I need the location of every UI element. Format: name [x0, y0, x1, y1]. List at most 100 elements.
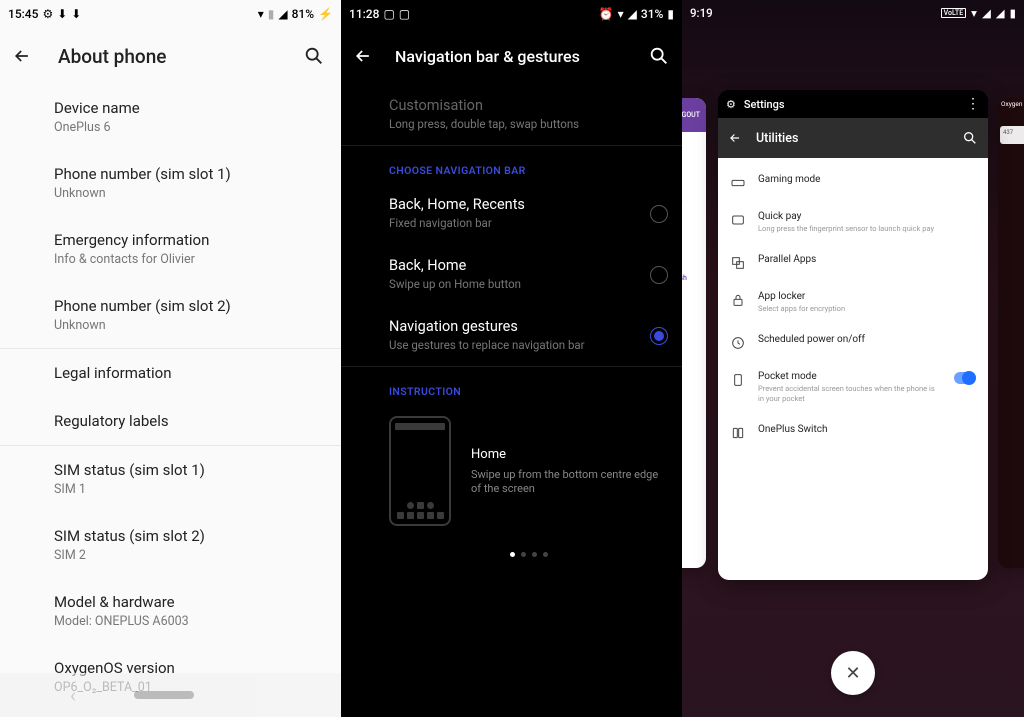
app-bar: Navigation bar & gestures	[341, 28, 682, 84]
signal-icon: ◢	[996, 6, 1005, 20]
gaming-mode-row[interactable]: Gaming mode	[730, 164, 976, 201]
instruction-label: INSTRUCTION	[389, 367, 668, 404]
page-title: About phone	[58, 45, 277, 68]
model-hardware-row[interactable]: Model & hardwareModel: ONEPLUS A6003	[54, 578, 327, 644]
card-left-verify: Verify Email	[682, 198, 700, 214]
search-icon[interactable]	[303, 45, 325, 67]
wifi-icon: ▾	[618, 7, 624, 21]
battery-percent: 81%	[292, 7, 314, 21]
signal-icon: ◢	[278, 7, 287, 21]
game-icon	[730, 175, 746, 191]
nav-option-back-home-recents[interactable]: Back, Home, RecentsFixed navigation bar	[389, 183, 668, 244]
phone-illustration-icon	[389, 416, 451, 526]
search-icon[interactable]	[648, 45, 670, 67]
card-subheader: Utilities	[718, 118, 988, 158]
instruction-sub: Swipe up from the bottom centre edge of …	[471, 468, 668, 496]
toggle-on-icon[interactable]	[954, 372, 976, 384]
dot-icon	[543, 552, 548, 557]
sim-status-1-row[interactable]: SIM status (sim slot 1)SIM 1	[54, 446, 327, 512]
wifi-icon: ▾	[258, 7, 264, 21]
card-left-english: English	[682, 274, 700, 282]
pocket-icon	[730, 372, 746, 388]
volte-badge: VoLTE	[941, 8, 966, 18]
battery-percent: 31%	[641, 7, 663, 21]
signal-icon: ◢	[628, 7, 637, 21]
card-app-header: ⚙ Settings ⋮	[718, 90, 988, 118]
close-recents-button[interactable]: ✕	[831, 651, 875, 695]
copy-icon	[730, 255, 746, 271]
page-title: Navigation bar & gestures	[395, 47, 626, 66]
image-icon: ▢	[383, 7, 394, 21]
parallel-apps-row[interactable]: Parallel Apps	[730, 244, 976, 281]
signal-icon: ◢	[982, 6, 991, 20]
page-indicator	[389, 538, 668, 571]
card-left-header: LOGOUT	[682, 98, 706, 132]
utilities-list: Gaming mode Quick payLong press the fing…	[718, 158, 988, 580]
dot-active-icon	[510, 552, 515, 557]
pocket-mode-row[interactable]: Pocket modePrevent accidental screen tou…	[730, 361, 976, 414]
app-locker-row[interactable]: App lockerSelect apps for encryption	[730, 281, 976, 324]
search-icon[interactable]	[962, 130, 978, 146]
dot-icon	[532, 552, 537, 557]
sim-status-2-row[interactable]: SIM status (sim slot 2)SIM 2	[54, 512, 327, 578]
recents-card-settings[interactable]: ⚙ Settings ⋮ Utilities Gaming mode Quick…	[718, 90, 988, 580]
battery-icon: ⚡	[318, 7, 333, 21]
radio-icon[interactable]	[650, 266, 668, 284]
card-right-sub: 437	[1003, 129, 1013, 136]
nav-option-back-home[interactable]: Back, HomeSwipe up on Home button	[389, 244, 668, 305]
customisation-row: CustomisationLong press, double tap, swa…	[389, 84, 668, 145]
dot-icon	[521, 552, 526, 557]
signal-icon: ▮	[268, 7, 275, 21]
card-right-title: Oxygen O	[1001, 100, 1024, 124]
back-arrow-icon[interactable]	[12, 46, 32, 66]
gear-icon: ⚙	[726, 98, 736, 111]
recents-cards: LOGOUT Verify Email English Oxygen O 1 4…	[682, 90, 1024, 647]
status-time: 15:45	[8, 7, 38, 21]
regulatory-labels-row[interactable]: Regulatory labels	[54, 397, 327, 445]
recents-overview-screen: 9:19 VoLTE ▾ ◢ ◢ ▮ LOGOUT Verify Email E…	[682, 0, 1024, 717]
choose-nav-label: CHOOSE NAVIGATION BAR	[389, 146, 668, 183]
legal-info-row[interactable]: Legal information	[54, 349, 327, 397]
status-bar: 15:45 ⚙ ⬇ ⬇ ▾ ▮ ◢ 81% ⚡	[0, 0, 341, 28]
home-pill-icon[interactable]	[134, 691, 194, 699]
status-time: 9:19	[690, 6, 713, 20]
lock-icon	[730, 292, 746, 308]
radio-selected-icon[interactable]	[650, 327, 668, 345]
back-nav-icon[interactable]: ‹	[70, 683, 76, 707]
settings-list: Device nameOnePlus 6 Phone number (sim s…	[0, 84, 341, 710]
card-sub-title: Utilities	[756, 131, 948, 146]
close-icon: ✕	[845, 663, 860, 684]
battery-icon: ▮	[667, 7, 674, 21]
card-app-title: Settings	[744, 98, 785, 111]
radio-icon[interactable]	[650, 205, 668, 223]
switch-icon	[730, 425, 746, 441]
wifi-icon: ▾	[971, 6, 977, 20]
more-menu-icon[interactable]: ⋮	[793, 96, 980, 112]
image-icon: ▢	[399, 7, 410, 21]
status-bar: 11:28 ▢ ▢ ⏰ ▾ ◢ 31% ▮	[341, 0, 682, 28]
oneplus-switch-row[interactable]: OnePlus Switch	[730, 414, 976, 451]
gear-icon: ⚙	[42, 7, 53, 21]
scheduled-power-row[interactable]: Scheduled power on/off	[730, 324, 976, 361]
instruction-card: Home Swipe up from the bottom centre edg…	[389, 404, 668, 538]
nav-option-gestures[interactable]: Navigation gesturesUse gestures to repla…	[389, 305, 668, 366]
quick-pay-row[interactable]: Quick payLong press the fingerprint sens…	[730, 201, 976, 244]
about-phone-screen: 15:45 ⚙ ⬇ ⬇ ▾ ▮ ◢ 81% ⚡ About phone Devi…	[0, 0, 341, 717]
recents-card-left[interactable]: LOGOUT Verify Email English	[682, 98, 706, 568]
recents-card-right[interactable]: Oxygen O 1 437	[998, 98, 1024, 568]
phone-number-1-row[interactable]: Phone number (sim slot 1)Unknown	[54, 150, 327, 216]
phone-number-2-row[interactable]: Phone number (sim slot 2)Unknown	[54, 282, 327, 348]
download-icon: ⬇	[71, 7, 81, 21]
battery-icon: ▮	[1010, 6, 1016, 20]
pay-icon	[730, 212, 746, 228]
status-time: 11:28	[349, 7, 379, 21]
back-arrow-icon[interactable]	[728, 131, 742, 145]
emergency-info-row[interactable]: Emergency informationInfo & contacts for…	[54, 216, 327, 282]
device-name-row[interactable]: Device nameOnePlus 6	[54, 84, 327, 150]
navigation-gestures-screen: 11:28 ▢ ▢ ⏰ ▾ ◢ 31% ▮ Navigation bar & g…	[341, 0, 682, 717]
clock-icon	[730, 335, 746, 351]
nav-bar: ‹	[0, 673, 341, 717]
back-arrow-icon[interactable]	[353, 46, 373, 66]
download-icon: ⬇	[57, 7, 67, 21]
settings-list: CustomisationLong press, double tap, swa…	[341, 84, 682, 571]
